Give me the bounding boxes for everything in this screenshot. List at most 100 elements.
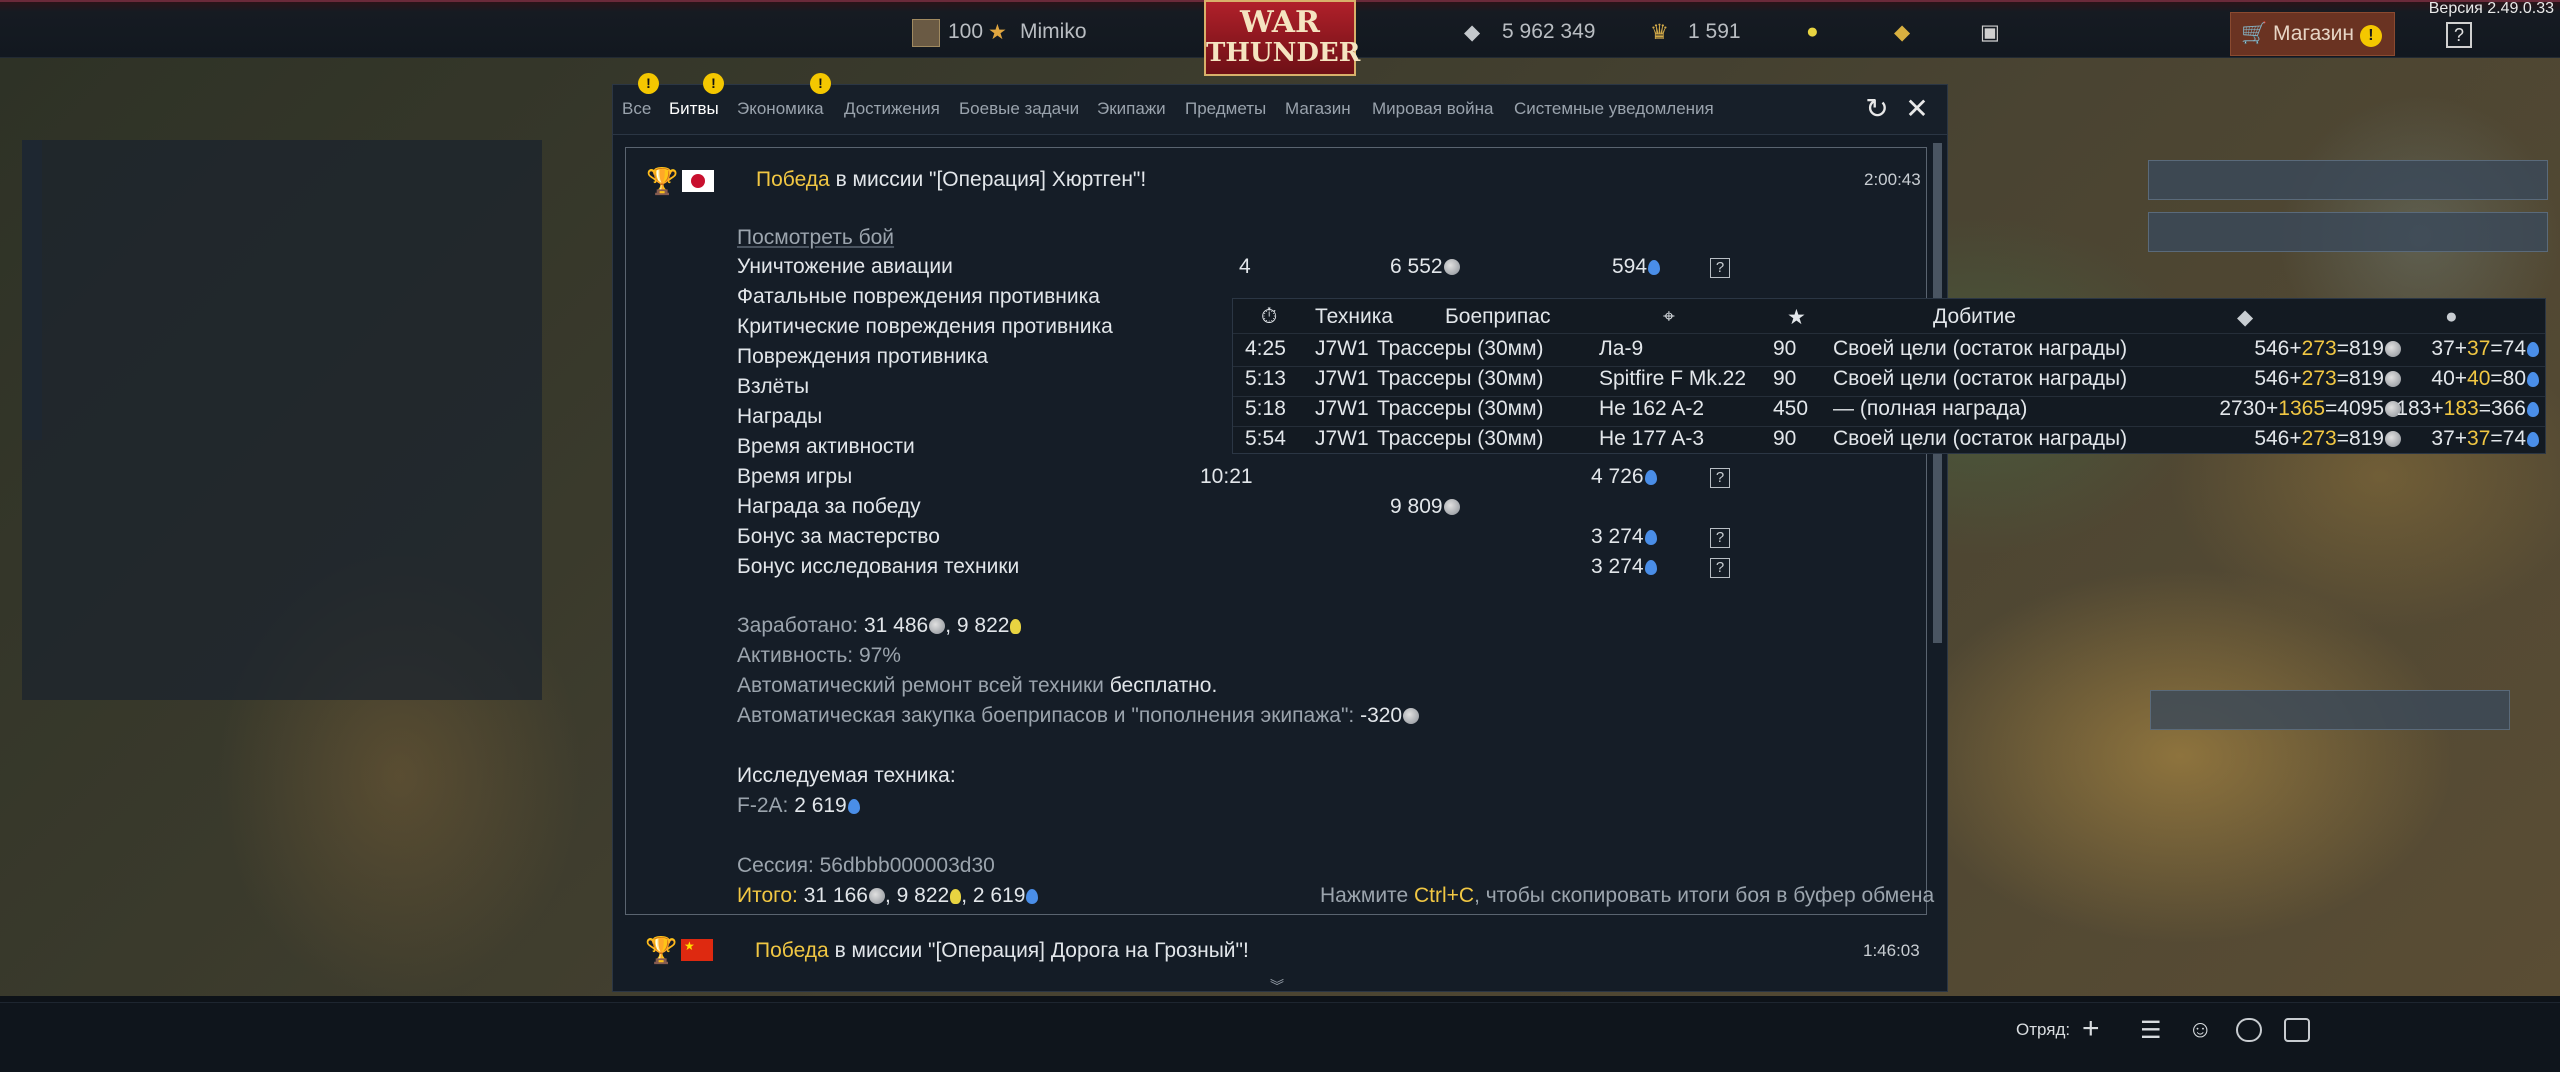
tip-points: 450 — [1773, 397, 1809, 420]
row-label: Награды — [737, 405, 823, 428]
tip-points: 90 — [1773, 427, 1797, 450]
tab-items[interactable]: Предметы — [1185, 99, 1266, 119]
close-icon[interactable]: ✕ — [1901, 93, 1933, 125]
row-info-button[interactable]: ? — [1710, 258, 1730, 278]
tab-crews[interactable]: Экипажи — [1097, 99, 1166, 119]
bottom-bar — [0, 1002, 2560, 1072]
tab-world-war[interactable]: Мировая война — [1372, 99, 1493, 119]
avatar[interactable] — [912, 19, 940, 47]
squad-label: Отряд: — [2016, 1020, 2071, 1039]
chat-icon[interactable] — [2236, 1018, 2262, 1042]
golden-eagles-value: 1 591 — [1688, 20, 1741, 43]
player-level: 100 — [948, 20, 984, 43]
col-header-vehicle: Техника — [1315, 305, 1394, 328]
total-summary: Итого: 31 166, 9 822, 2 619 — [737, 884, 1039, 908]
lightbulb-icon[interactable]: ● — [1806, 20, 1819, 44]
contacts-icon[interactable]: ☺ — [2188, 1016, 2213, 1044]
notifications-dialog: Все Битвы Экономика Достижения Боевые за… — [612, 73, 1948, 992]
row-label: Время активности — [737, 435, 915, 458]
tip-points: 90 — [1773, 367, 1797, 390]
row-label: Время игры — [737, 465, 853, 488]
shop-alert-icon: ! — [2359, 25, 2382, 47]
copy-hint: Нажмите Ctrl+C, чтобы скопировать итоги … — [1320, 884, 1935, 907]
activity-summary: Активность: 97% — [737, 644, 901, 667]
mail-icon[interactable] — [2284, 1018, 2310, 1042]
refresh-icon[interactable]: ↻ — [1861, 93, 1893, 125]
tip-target: Spitfire F Mk.22 — [1599, 367, 1747, 390]
clock-icon: ⏱ — [1261, 305, 1278, 328]
restock-summary: Автоматическая закупка боеприпасов и "по… — [737, 704, 1420, 728]
row-label: Критические повреждения противника — [737, 315, 1113, 338]
tab-economy[interactable]: Экономика — [737, 99, 824, 119]
row-label: Взлёты — [737, 375, 810, 398]
tip-time: 5:18 — [1245, 397, 1286, 420]
row-info-button[interactable]: ? — [1710, 558, 1730, 578]
kills-detail-tooltip: ⏱ Техника Боеприпас ⌖ ★ Добитие ◆ ● 4:25… — [1232, 298, 2546, 454]
shop-button[interactable]: 🛒 Магазин ! — [2230, 12, 2395, 56]
tab-economy-alert-badge: ! — [810, 73, 831, 94]
vehicle-info-panel-blurred — [22, 140, 542, 700]
tab-all-alert-badge: ! — [638, 73, 659, 94]
tab-battle-tasks[interactable]: Боевые задачи — [959, 99, 1079, 119]
tip-ammo: Трассеры (30мм) — [1377, 337, 1544, 360]
session-id: Сессия: 56dbbb000003d30 — [737, 854, 995, 877]
tab-shop[interactable]: Магазин — [1285, 99, 1351, 119]
col-header-ammo: Боеприпас — [1445, 305, 1551, 328]
row-rp: 3 274 — [1591, 525, 1657, 549]
research-points-icon: ● — [2445, 305, 2458, 328]
tip-target: He 177 A-3 — [1599, 427, 1705, 450]
premium-diamond-icon[interactable]: ◆ — [1894, 20, 1910, 45]
list-icon[interactable]: ☰ — [2140, 1016, 2162, 1045]
tab-achievements[interactable]: Достижения — [844, 99, 940, 119]
report-time: 2:00:43 — [1864, 170, 1921, 189]
tip-target: He 162 A-2 — [1599, 397, 1705, 420]
tip-finishing: Своей цели (остаток награды) — [1833, 337, 2128, 360]
add-squad-member-icon[interactable]: + — [2082, 1012, 2100, 1046]
crosshair-icon: ⌖ — [1663, 305, 1675, 328]
player-name[interactable]: Mimiko — [1020, 20, 1087, 44]
row-label: Фатальные повреждения противника — [737, 285, 1100, 308]
tip-silver-calc: 546+273=819 — [2254, 367, 2401, 391]
level-star-icon: ★ — [988, 21, 1007, 44]
tip-rp-calc: 37+37=74 — [2431, 427, 2539, 451]
row-silver: 9 809 — [1390, 495, 1460, 519]
tip-rp-calc: 37+37=74 — [2431, 337, 2539, 361]
events-button-blurred[interactable] — [2148, 160, 2548, 200]
row-label: Повреждения противника — [737, 345, 988, 368]
ticket-icon[interactable]: ▣ — [1980, 20, 2000, 45]
row-silver: 6 552 — [1390, 255, 1460, 279]
war-thunder-logo[interactable]: WAR THUNDER — [1204, 0, 1360, 76]
repair-summary: Автоматический ремонт всей техники беспл… — [737, 674, 1218, 697]
tip-silver-calc: 2730+1365=4095 — [2219, 397, 2401, 421]
silver-lions-icon: ◆ — [2237, 306, 2254, 329]
scroll-down-icon[interactable]: ︾ — [1270, 976, 1284, 996]
row-info-button[interactable]: ? — [1710, 528, 1730, 548]
tip-vehicle: J7W1 — [1315, 427, 1369, 450]
battle-report-card: 🏆 Победа в миссии "[Операция] Хюртген"! … — [625, 147, 1934, 915]
star-icon: ★ — [1787, 306, 1806, 329]
row-info-button[interactable]: ? — [1710, 468, 1730, 488]
trophy-icon: 🏆 — [646, 166, 679, 196]
row-label: Бонус исследования техники — [737, 555, 1020, 578]
tip-vehicle: J7W1 — [1315, 397, 1369, 420]
help-button[interactable]: ? — [2446, 22, 2472, 48]
tab-battles-alert-badge: ! — [703, 73, 724, 94]
watch-battle-link[interactable]: Посмотреть бой — [737, 226, 894, 250]
research-label: Исследуемая техника: — [737, 764, 956, 787]
tip-vehicle: J7W1 — [1315, 367, 1369, 390]
shop-label: Магазин — [2273, 22, 2355, 45]
japan-flag-icon — [682, 170, 714, 192]
tip-time: 5:54 — [1245, 427, 1286, 450]
news-button-blurred[interactable] — [2148, 212, 2548, 252]
tab-system-notifications[interactable]: Системные уведомления — [1514, 99, 1714, 119]
report-title: Победа в миссии "[Операция] Хюртген"! — [756, 168, 1147, 191]
trophies-panel-blurred[interactable] — [2150, 690, 2510, 730]
china-flag-icon: ★ — [681, 939, 713, 961]
report-time: 1:46:03 — [1863, 941, 1920, 960]
col-header-finishing: Добитие — [1933, 305, 2016, 328]
tip-target: Ла-9 — [1599, 337, 1644, 360]
tab-battles[interactable]: Битвы — [669, 99, 719, 119]
header-separator — [1233, 333, 2545, 334]
tab-all[interactable]: Все — [622, 99, 651, 119]
tip-ammo: Трассеры (30мм) — [1377, 367, 1544, 390]
